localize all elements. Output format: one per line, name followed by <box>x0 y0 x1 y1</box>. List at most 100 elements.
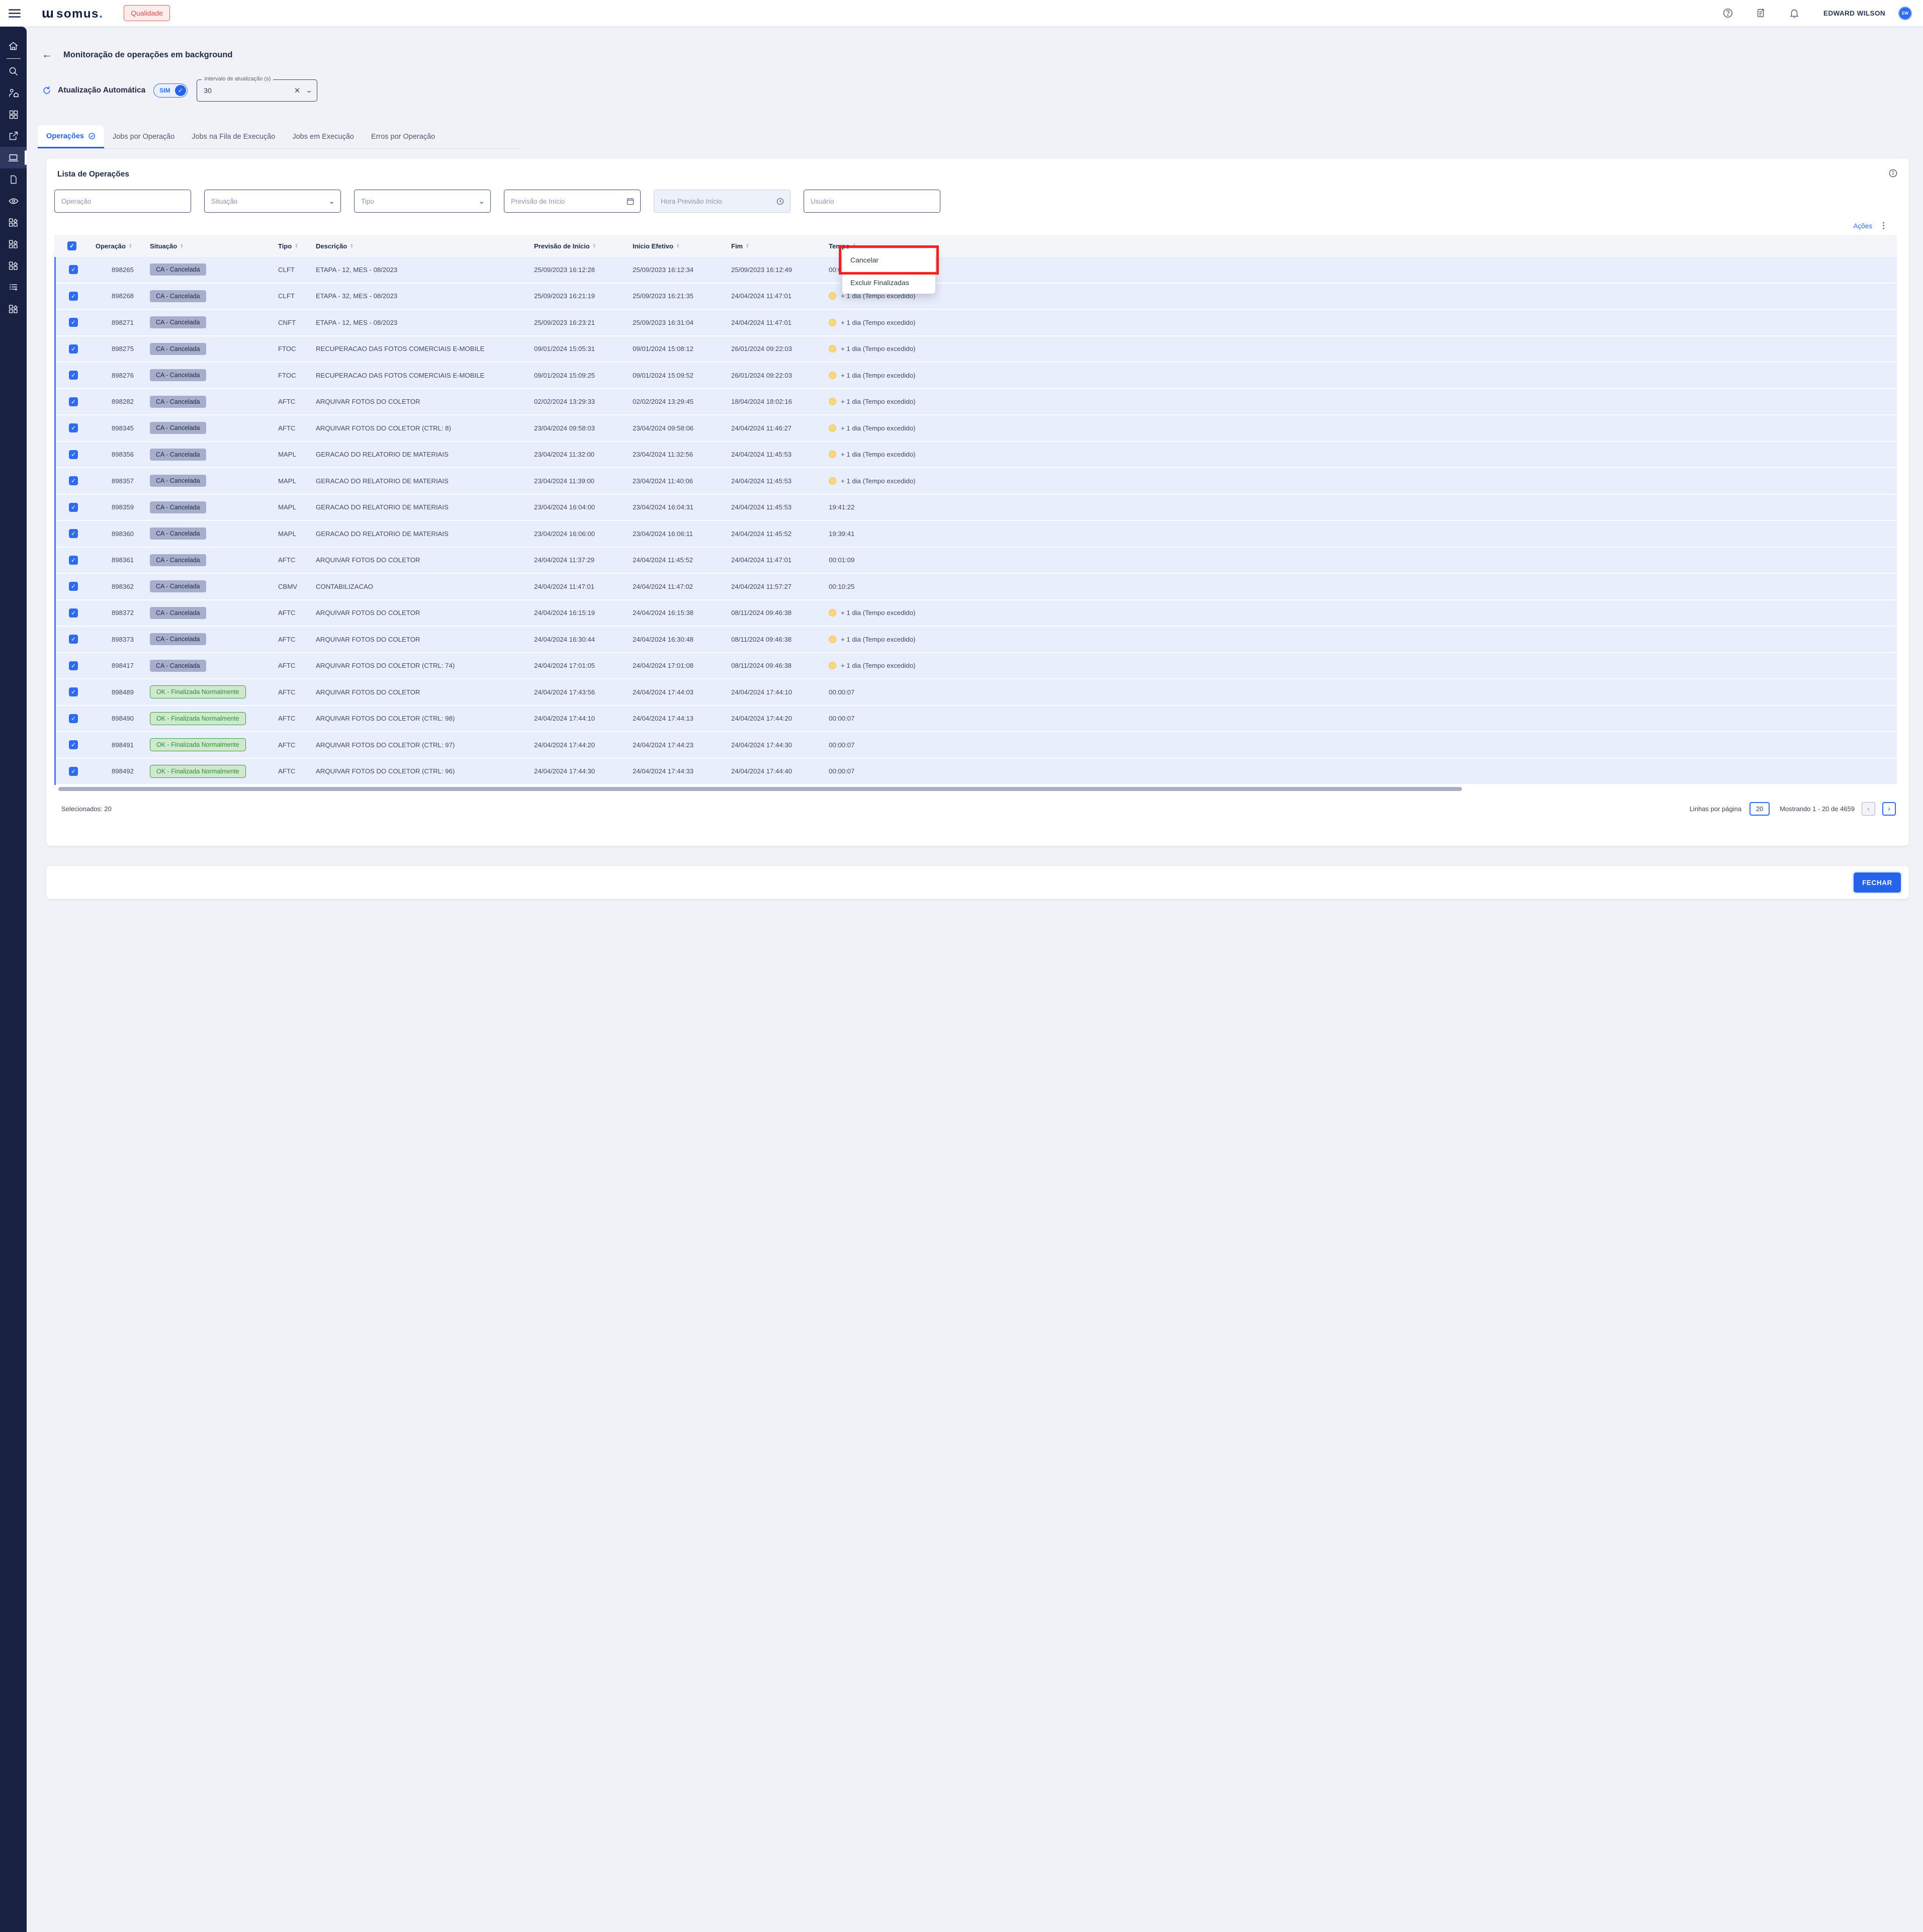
planned-start: 24/04/2024 17:01:05 <box>529 662 628 669</box>
avatar[interactable]: EW <box>1898 7 1912 20</box>
tab-jobs-em-execucao[interactable]: Jobs em Execução <box>284 125 363 148</box>
row-checkbox[interactable]: ✓ <box>69 661 78 670</box>
logo-mark-icon: ɯ <box>42 6 53 21</box>
sidebar-item-modules-2[interactable] <box>0 233 27 255</box>
row-checkbox[interactable]: ✓ <box>69 687 78 696</box>
sidebar-item-modules-3[interactable] <box>0 255 27 277</box>
tab-operacoes[interactable]: Operações <box>38 125 104 148</box>
row-checkbox[interactable]: ✓ <box>69 371 78 380</box>
col-inicio-efetivo[interactable]: Início Efetivo▲▼ <box>628 242 726 250</box>
filter-usuario[interactable] <box>804 190 940 213</box>
col-situacao[interactable]: Situação▲▼ <box>139 242 273 250</box>
col-descricao[interactable]: Descrição▲▼ <box>311 242 529 250</box>
end-time: 24/04/2024 11:45:53 <box>726 503 824 511</box>
refresh-icon[interactable] <box>42 85 52 96</box>
filter-operacao[interactable] <box>54 190 191 213</box>
sidebar-item-modules-4[interactable] <box>0 298 27 320</box>
row-checkbox[interactable]: ✓ <box>69 714 78 723</box>
sidebar-item-search[interactable] <box>0 60 27 82</box>
chevron-down-icon[interactable]: ⌄ <box>305 86 313 95</box>
row-checkbox[interactable]: ✓ <box>69 344 78 354</box>
row-checkbox[interactable]: ✓ <box>69 529 78 538</box>
description: ARQUIVAR FOTOS DO COLETOR (CTRL: 98) <box>311 715 529 722</box>
modules-diamond-icon <box>8 304 19 314</box>
help-icon[interactable] <box>1722 7 1734 19</box>
menu-item-excluir-finalizadas[interactable]: Excluir Finalizadas <box>842 272 935 294</box>
sidebar-item-user-home[interactable] <box>0 82 27 104</box>
row-checkbox[interactable]: ✓ <box>69 476 78 485</box>
row-checkbox[interactable]: ✓ <box>69 423 78 432</box>
sidebar-item-monitor[interactable] <box>0 147 27 168</box>
row-checkbox[interactable]: ✓ <box>69 556 78 565</box>
next-page-button[interactable]: › <box>1882 802 1896 816</box>
filter-situacao-select[interactable] <box>211 198 328 205</box>
notifications-bell-icon[interactable] <box>1788 7 1800 19</box>
actions-link[interactable]: Ações <box>1853 222 1872 230</box>
select-all-checkbox[interactable]: ✓ <box>67 241 76 250</box>
row-checkbox[interactable]: ✓ <box>69 635 78 644</box>
sidebar-item-modules-1[interactable] <box>0 212 27 233</box>
interval-value[interactable]: 30 <box>204 86 294 95</box>
clear-icon[interactable]: ✕ <box>294 86 301 95</box>
row-checkbox[interactable]: ✓ <box>69 608 78 618</box>
row-checkbox[interactable]: ✓ <box>69 450 78 459</box>
sidebar-item-list-add[interactable] <box>0 277 27 298</box>
status-badge: CA - Cancelada <box>150 633 206 645</box>
user-name[interactable]: EDWARD WILSON <box>1823 10 1885 17</box>
row-checkbox[interactable]: ✓ <box>69 265 78 274</box>
horizontal-scrollbar[interactable] <box>58 787 1462 791</box>
calendar-icon[interactable] <box>626 197 635 206</box>
new-note-icon[interactable] <box>1755 7 1767 19</box>
status-badge: CA - Cancelada <box>150 316 206 328</box>
filter-previsao-inicio[interactable] <box>504 190 641 213</box>
sidebar-item-documents[interactable] <box>0 168 27 190</box>
operation-id: 898492 <box>89 767 139 775</box>
col-operacao[interactable]: Operação▲▼ <box>89 242 139 250</box>
info-icon[interactable] <box>1888 168 1898 181</box>
row-checkbox[interactable]: ✓ <box>69 767 78 776</box>
filter-tipo-select[interactable] <box>361 198 478 205</box>
row-checkbox[interactable]: ✓ <box>69 582 78 591</box>
col-tipo[interactable]: Tipo▲▼ <box>273 242 311 250</box>
back-arrow-icon[interactable]: ← <box>42 49 52 61</box>
row-checkbox[interactable]: ✓ <box>69 397 78 406</box>
description: ARQUIVAR FOTOS DO COLETOR (CTRL: 8) <box>311 424 529 432</box>
filter-operacao-input[interactable] <box>61 198 191 205</box>
col-fim[interactable]: Fim▲▼ <box>726 242 824 250</box>
filter-tipo[interactable]: ⌄ <box>354 190 491 213</box>
table-row: ✓898359CA - CanceladaMAPLGERACAO DO RELA… <box>56 495 1897 521</box>
table-row: ✓898417CA - CanceladaAFTCARQUIVAR FOTOS … <box>56 653 1897 680</box>
prev-page-button[interactable]: ‹ <box>1862 802 1875 816</box>
row-checkbox[interactable]: ✓ <box>69 318 78 327</box>
row-checkbox[interactable]: ✓ <box>69 292 78 301</box>
rows-per-page-input[interactable]: 20 <box>1750 802 1770 816</box>
operations-card: Lista de Operações ⌄ ⌄ <box>46 158 1909 846</box>
filter-situacao[interactable]: ⌄ <box>204 190 341 213</box>
interval-field[interactable]: Intervalo de atualização (s) 30 ✕ ⌄ <box>197 79 317 102</box>
auto-update-toggle[interactable]: SIM ✓ <box>153 83 188 98</box>
tab-jobs-fila-execucao[interactable]: Jobs na Fila de Execução <box>183 125 284 148</box>
sidebar-item-home[interactable] <box>0 35 27 57</box>
row-checkbox[interactable]: ✓ <box>69 503 78 512</box>
duration: + 1 dia (Tempo excedido) <box>824 292 1897 300</box>
description: ETAPA - 12, MES - 08/2023 <box>311 319 529 326</box>
col-tempo[interactable]: Tempo▲▼ <box>824 242 1897 250</box>
sidebar-item-apps[interactable] <box>0 104 27 125</box>
row-checkbox[interactable]: ✓ <box>69 740 78 749</box>
filter-usuario-input[interactable] <box>811 198 940 205</box>
type-code: MAPL <box>273 503 311 511</box>
col-previsao-inicio[interactable]: Previsão de Início▲▼ <box>529 242 628 250</box>
filter-previsao-input[interactable] <box>511 198 626 205</box>
status-badge: CA - Cancelada <box>150 264 206 276</box>
kebab-menu-icon[interactable]: ⋮ <box>1879 221 1888 231</box>
description: RECUPERACAO DAS FOTOS COMERCIAIS E-MOBIL… <box>311 345 529 353</box>
tab-jobs-por-operacao[interactable]: Jobs por Operação <box>104 125 183 148</box>
tab-erros-por-operacao[interactable]: Erros por Operação <box>363 125 444 148</box>
close-button[interactable]: FECHAR <box>1854 872 1901 893</box>
menu-icon[interactable] <box>9 7 21 20</box>
sidebar-item-external[interactable] <box>0 125 27 147</box>
status-badge: CA - Cancelada <box>150 554 206 566</box>
duration: + 1 dia (Tempo excedido) <box>824 372 1897 379</box>
sidebar-item-eye-location[interactable] <box>0 190 27 212</box>
menu-item-cancelar[interactable]: Cancelar <box>842 249 935 272</box>
